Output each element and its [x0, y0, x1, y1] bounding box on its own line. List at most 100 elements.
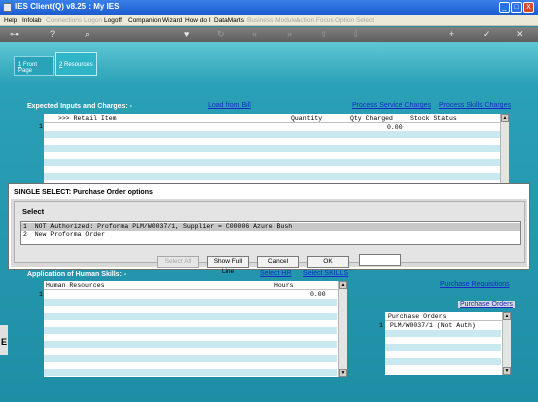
forward-icon[interactable]: » — [287, 29, 292, 40]
tab-front-page[interactable]: 1 Front Page — [14, 56, 54, 76]
app-icon — [3, 3, 12, 12]
skills-grid[interactable]: Human Resources Hours 0.00 ▲ ▼ — [44, 281, 347, 377]
key-icon[interactable]: ⊶ — [10, 29, 19, 40]
scroll-up-icon[interactable]: ▲ — [503, 312, 511, 320]
tab-front-page-label: Front Page — [18, 62, 38, 74]
menu-bar: Help Infolab Connections Logon Logoff Co… — [0, 15, 538, 26]
menu-help[interactable]: Help — [4, 17, 17, 24]
grid-row-stripe — [44, 173, 509, 180]
tab-resources-label: Resources — [62, 62, 93, 68]
inputs-scrollbar[interactable]: ▲ — [500, 114, 509, 185]
grid-row-stripe — [385, 344, 501, 351]
close-icon[interactable]: ✕ — [516, 29, 524, 40]
single-select-dialog: SINGLE SELECT: Purchase Order options Se… — [8, 183, 530, 275]
grid-row-stripe — [44, 327, 337, 334]
grid-row-stripe — [44, 369, 337, 376]
option-item-2[interactable]: 2 New Proforma Order — [21, 231, 520, 239]
refresh-icon[interactable]: ↻ — [217, 29, 225, 40]
scroll-up-icon[interactable]: ▲ — [501, 114, 509, 122]
qty-charged-cell[interactable]: 0.00 — [387, 124, 403, 131]
grid-row-stripe — [385, 358, 501, 365]
inputs-grid[interactable]: >>> Retail Item Quantity Qty Charged Sto… — [44, 114, 509, 185]
purchase-scrollbar[interactable]: ▲ ▼ — [502, 312, 511, 375]
upload-icon[interactable]: ⇧ — [320, 29, 328, 40]
purchase-requisitions-link[interactable]: Purchase Requisitions — [440, 281, 510, 288]
grid-row-stripe — [385, 330, 501, 337]
menu-infolab[interactable]: Infolab — [22, 17, 42, 24]
purchase-orders-link[interactable]: Purchase Orders — [458, 301, 515, 308]
skills-grid-header: Human Resources Hours — [44, 281, 347, 290]
window-title: IES Client(Q) v8.25 : My IES — [15, 2, 120, 11]
option-item-1[interactable]: 1 NOT Authorized: Proforma PLM/W0037/1, … — [21, 223, 520, 231]
cancel-button[interactable]: Cancel — [257, 256, 299, 268]
hours-cell[interactable]: 0.00 — [310, 291, 326, 298]
load-from-bill-link[interactable]: Load from Bill — [208, 102, 251, 109]
plus-icon[interactable]: + — [449, 29, 454, 40]
footer-fragment: E — [1, 337, 8, 347]
show-full-line-button[interactable]: Show Full Line — [207, 256, 249, 275]
column-retail-item: >>> Retail Item — [58, 115, 117, 122]
ok-button[interactable]: OK — [307, 256, 349, 268]
inputs-section-label: Expected Inputs and Charges: - — [27, 103, 133, 110]
skills-section-label: Application of Human Skills: - — [27, 271, 127, 278]
help-icon[interactable]: ? — [50, 29, 55, 40]
maximize-button[interactable]: □ — [511, 2, 522, 13]
menu-business-modules: Business Modules — [247, 17, 300, 24]
menu-wizard[interactable]: Wizard — [162, 17, 182, 24]
skills-row-number: 1 — [39, 291, 43, 298]
download-icon[interactable]: ⇩ — [352, 29, 360, 40]
heart-icon[interactable]: ♥ — [184, 29, 189, 40]
option-number: 2 — [23, 231, 27, 238]
title-bar: IES Client(Q) v8.25 : My IES _ □ X — [0, 0, 538, 15]
inputs-grid-header: >>> Retail Item Quantity Qty Charged Sto… — [44, 114, 509, 123]
column-stock-status: Stock Status — [410, 115, 457, 122]
tab-resources[interactable]: 2 Resources — [55, 52, 97, 76]
scroll-up-icon[interactable]: ▲ — [339, 281, 347, 289]
left-edge-panel: E — [0, 325, 8, 355]
menu-action-focus: Action Focus — [296, 17, 334, 24]
close-window-button[interactable]: X — [523, 2, 534, 13]
skills-scrollbar[interactable]: ▲ ▼ — [338, 281, 347, 377]
option-list[interactable]: 1 NOT Authorized: Proforma PLM/W0037/1, … — [20, 221, 521, 245]
menu-logon: Logon — [84, 17, 103, 24]
column-human-resources: Human Resources — [46, 282, 105, 289]
check-icon[interactable]: ✓ — [483, 29, 491, 40]
search-icon[interactable]: ⌕ — [85, 29, 90, 40]
process-service-charges-link[interactable]: Process Service Charges — [352, 102, 431, 109]
column-purchase-orders: Purchase Orders — [388, 313, 447, 320]
purchase-grid-header: Purchase Orders — [385, 312, 511, 321]
menu-option-select: Option Select — [335, 17, 375, 24]
option-number: 1 — [23, 223, 27, 230]
column-hours: Hours — [274, 282, 294, 289]
inputs-row-number: 1 — [39, 123, 43, 130]
scroll-down-icon[interactable]: ▼ — [339, 369, 347, 377]
grid-row-stripe — [44, 341, 337, 348]
grid-row-stripe — [44, 145, 509, 152]
minimize-button[interactable]: _ — [499, 2, 510, 13]
grid-row-stripe — [44, 313, 337, 320]
menu-logoff[interactable]: Logoff — [104, 17, 122, 24]
process-skills-charges-link[interactable]: Process Skills Charges — [439, 102, 511, 109]
menu-connections: Connections — [46, 17, 83, 24]
purchase-order-cell[interactable]: PLM/W0037/1 (Not Auth) — [390, 322, 476, 329]
option-text: New Proforma Order — [34, 231, 105, 238]
grid-row-stripe — [44, 131, 509, 138]
scroll-down-icon[interactable]: ▼ — [503, 367, 511, 375]
column-quantity: Quantity — [291, 115, 323, 122]
grid-row-stripe — [44, 159, 509, 166]
purchase-row-number: 1 — [379, 322, 383, 329]
menu-companion[interactable]: Companion — [128, 17, 161, 24]
select-skills-link[interactable]: Select SKILLS — [303, 270, 348, 277]
select-all-button: Select All — [157, 256, 199, 268]
grid-row-stripe — [44, 355, 337, 362]
menu-how-do-i[interactable]: How do I — [185, 17, 211, 24]
grid-row-stripe — [44, 299, 337, 306]
column-qty-charged: Qty Charged — [350, 115, 393, 122]
option-text: NOT Authorized: Proforma PLM/W0037/1, Su… — [34, 223, 293, 230]
dialog-input-field[interactable] — [359, 254, 401, 266]
select-hr-link[interactable]: Select HR — [260, 270, 292, 277]
purchase-orders-grid[interactable]: Purchase Orders PLM/W0037/1 (Not Auth) ▲… — [385, 312, 511, 375]
dialog-body: Select 1 NOT Authorized: Proforma PLM/W0… — [14, 201, 525, 263]
menu-datamarts[interactable]: DataMarts — [214, 17, 244, 24]
rewind-icon[interactable]: « — [252, 29, 257, 40]
